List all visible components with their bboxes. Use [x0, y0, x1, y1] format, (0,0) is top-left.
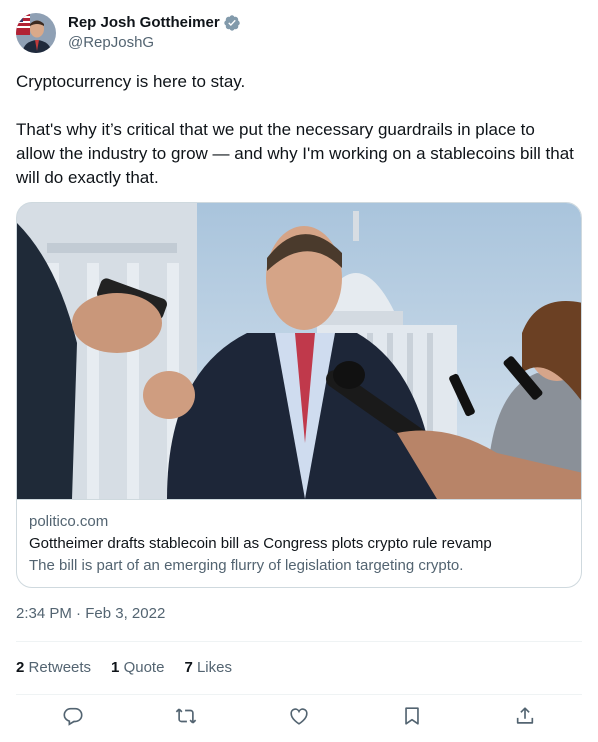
card-title: Gottheimer drafts stablecoin bill as Con… — [29, 535, 492, 552]
retweets-label: Retweets — [28, 659, 92, 676]
divider — [16, 641, 582, 642]
timestamp-time: 2:34 PM — [16, 605, 72, 622]
tweet-timestamp[interactable]: 2:34 PM · Feb 3, 2022 — [16, 604, 165, 624]
card-description: The bill is part of an emerging flurry o… — [29, 557, 464, 574]
author-handle[interactable]: @RepJoshG — [68, 33, 241, 53]
reply-button[interactable] — [61, 704, 85, 728]
retweets-count: 2 — [16, 659, 25, 676]
tweet-paragraph: Cryptocurrency is here to stay. — [16, 72, 246, 91]
likes-count: 7 — [184, 659, 193, 676]
card-domain: politico.com — [29, 513, 109, 530]
timestamp-date: Feb 3, 2022 — [85, 605, 166, 622]
quotes-count: 1 — [111, 659, 120, 676]
like-icon — [290, 708, 308, 725]
tweet-text: Cryptocurrency is here to stay. That's w… — [16, 70, 576, 190]
timestamp-separator: · — [76, 605, 82, 622]
share-button[interactable] — [513, 704, 537, 728]
article-photo — [17, 203, 581, 499]
bookmark-button[interactable] — [400, 704, 424, 728]
engagement-stats: 2 Retweets 1 Quote 7 Likes — [16, 658, 252, 678]
divider — [16, 694, 582, 695]
likes-stat[interactable]: 7 Likes — [184, 658, 232, 678]
quotes-stat[interactable]: 1 Quote — [111, 658, 164, 678]
tweet-header: Rep Josh Gottheimer @RepJoshG — [16, 12, 582, 54]
avatar[interactable] — [16, 13, 56, 53]
reply-icon — [63, 707, 83, 726]
retweet-icon — [175, 708, 197, 724]
verified-badge-icon — [224, 15, 240, 31]
retweets-stat[interactable]: 2 Retweets — [16, 658, 91, 678]
like-button[interactable] — [287, 704, 311, 728]
link-card[interactable]: politico.com Gottheimer drafts stablecoi… — [16, 202, 582, 588]
action-bar — [16, 704, 582, 734]
author-name[interactable]: Rep Josh Gottheimer — [68, 13, 220, 33]
share-icon — [516, 707, 534, 724]
quotes-label: Quote — [123, 659, 165, 676]
bookmark-icon — [405, 707, 419, 725]
likes-label: Likes — [196, 659, 232, 676]
retweet-button[interactable] — [174, 704, 198, 728]
tweet-paragraph: That's why it’s critical that we put the… — [16, 120, 574, 187]
